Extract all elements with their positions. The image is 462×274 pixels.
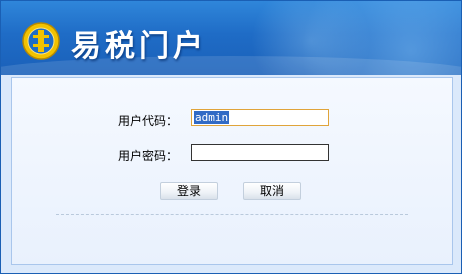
divider	[56, 214, 408, 215]
tax-emblem-icon	[22, 22, 60, 60]
cancel-button[interactable]: 取消	[243, 182, 301, 200]
password-input[interactable]	[191, 144, 329, 161]
username-value: admin	[194, 111, 230, 124]
login-button[interactable]: 登录	[160, 182, 218, 200]
username-input[interactable]: admin	[191, 109, 329, 126]
username-label: 用户代码：	[118, 114, 179, 128]
login-panel: 用户代码： admin 用户密码： 登录 取消	[11, 77, 453, 265]
login-window: 易税门户 用户代码： admin 用户密码： 登录 取消	[0, 0, 462, 274]
app-title: 易税门户	[71, 29, 207, 64]
header-banner: 易税门户	[1, 1, 461, 75]
password-label: 用户密码：	[118, 149, 179, 163]
